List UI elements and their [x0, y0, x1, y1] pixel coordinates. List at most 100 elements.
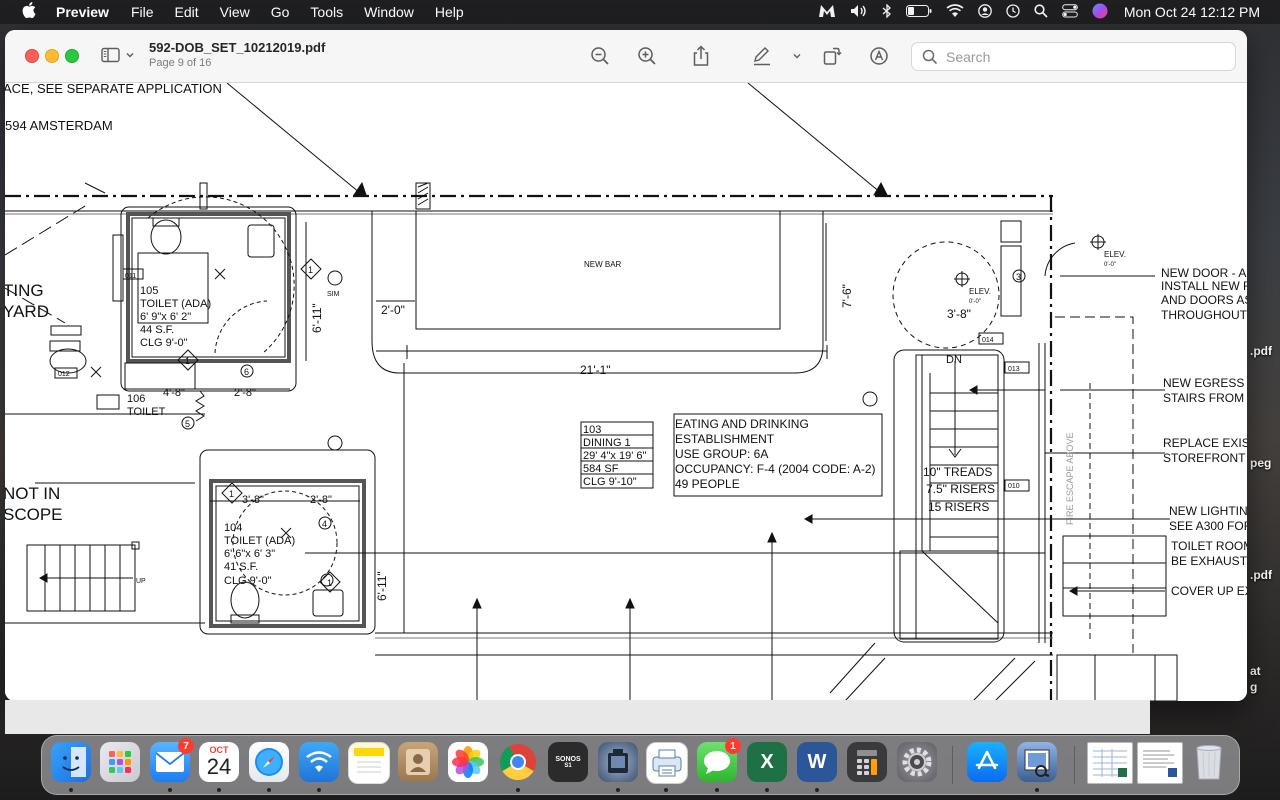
right-note: NEW LIGHTING	[1169, 504, 1247, 518]
markup-options-button[interactable]	[785, 44, 809, 68]
occupancy-line: OCCUPANCY: F-4 (2004 CODE: A-2)	[675, 462, 876, 476]
zoom-out-button[interactable]	[588, 44, 612, 68]
fire-escape-label: FIRE ESCAPE ABOVE	[1065, 432, 1075, 525]
excel-icon[interactable]: X	[747, 742, 787, 782]
control-center-icon[interactable]	[1062, 3, 1078, 21]
desktop-file-label[interactable]: .pdf	[1250, 344, 1272, 358]
drawing-note: ACE, SEE SEPARATE APPLICATION	[5, 83, 222, 96]
right-note: SEE A300 FOR	[1169, 519, 1247, 533]
right-note: REPLACE EXIST	[1163, 436, 1247, 450]
share-button[interactable]	[689, 44, 713, 68]
system-preferences-icon[interactable]	[897, 742, 937, 782]
user-account-icon[interactable]	[977, 3, 992, 21]
menu-go[interactable]: Go	[271, 4, 290, 20]
siri-icon[interactable]	[1092, 3, 1108, 22]
volume-icon[interactable]	[850, 4, 868, 21]
menu-view[interactable]: View	[220, 4, 250, 20]
establishment-line: ESTABLISHMENT	[675, 432, 775, 446]
rotate-icon	[823, 47, 842, 65]
mail-icon[interactable]: 7	[150, 738, 194, 782]
document-canvas[interactable]: ACE, SEE SEPARATE APPLICATION 594 AMSTER…	[5, 83, 1247, 701]
door-tag: 010	[1008, 483, 1020, 490]
safari-icon[interactable]	[249, 742, 289, 782]
app-store-icon[interactable]	[967, 742, 1007, 782]
dimension-label: 21'-1"	[580, 363, 611, 377]
dock-separator	[1074, 746, 1075, 784]
zoom-in-icon	[638, 47, 656, 65]
right-note: AND DOORS AS	[1161, 293, 1247, 307]
stair-riser-count: 15 RISERS	[928, 500, 989, 514]
printer-icon[interactable]	[646, 742, 688, 784]
desktop-file-label[interactable]: g	[1250, 680, 1257, 694]
bluetooth-icon[interactable]	[882, 2, 892, 21]
elevation-label: ELEV.	[1104, 250, 1126, 259]
room-104-ceiling: CLG 9'-0"	[224, 575, 272, 587]
running-indicator	[69, 788, 73, 792]
menu-app-name[interactable]: Preview	[56, 4, 109, 20]
drawing-label: YARD	[5, 302, 49, 321]
sonos-sublabel: S1	[564, 762, 572, 769]
malwarebytes-icon[interactable]	[818, 4, 836, 21]
close-window-button[interactable]	[25, 49, 39, 63]
trash-icon[interactable]	[1189, 742, 1229, 782]
door-tag: 012	[58, 371, 70, 378]
photos-icon[interactable]	[448, 742, 488, 782]
calculator-icon[interactable]	[847, 742, 887, 782]
sidebar-toggle-button[interactable]	[101, 44, 137, 66]
zoom-in-button[interactable]	[635, 44, 659, 68]
wifi-icon[interactable]	[946, 3, 964, 21]
time-machine-icon[interactable]	[1006, 3, 1020, 21]
wifi-explorer-icon[interactable]	[299, 742, 339, 782]
desktop-file-label[interactable]: peg	[1250, 456, 1271, 470]
recent-document-thumbnail[interactable]	[1087, 742, 1133, 784]
spotlight-search-icon[interactable]	[1034, 3, 1048, 21]
search-input[interactable]	[944, 47, 1228, 66]
word-icon[interactable]: W	[797, 742, 837, 782]
annotate-button[interactable]	[867, 44, 891, 68]
apple-icon[interactable]	[20, 1, 38, 23]
launchpad-icon[interactable]	[100, 742, 140, 782]
fullscreen-window-button[interactable]	[65, 49, 79, 63]
search-field[interactable]	[911, 42, 1236, 71]
chrome-icon[interactable]	[498, 742, 538, 782]
document-title[interactable]: 592-DOB_SET_10212019.pdf	[149, 40, 325, 55]
background-window[interactable]	[5, 700, 1150, 734]
dock-separator	[952, 746, 953, 784]
menu-help[interactable]: Help	[435, 4, 464, 20]
status-area: Mon Oct 24 12:12 PM	[804, 0, 1280, 24]
room-105-number: 105	[140, 285, 158, 297]
menu-window[interactable]: Window	[364, 4, 414, 20]
dimension-label: 6'-11"	[310, 303, 324, 333]
running-indicator	[1035, 788, 1039, 792]
menu-edit[interactable]: Edit	[175, 4, 199, 20]
finder-icon[interactable]	[51, 742, 91, 782]
menu-tools[interactable]: Tools	[310, 4, 343, 20]
sonos-icon[interactable]: SONOS S1	[548, 742, 588, 782]
minimize-window-button[interactable]	[45, 49, 59, 63]
rotate-button[interactable]	[820, 44, 844, 68]
recent-document-thumbnail[interactable]	[1137, 742, 1183, 784]
calendar-icon[interactable]: OCT 24	[199, 742, 239, 782]
running-indicator	[217, 788, 221, 792]
menu-file[interactable]: File	[131, 4, 154, 20]
preview-app-icon[interactable]	[1017, 742, 1057, 782]
messages-icon[interactable]: 1	[697, 738, 741, 782]
desktop-file-label[interactable]: .pdf	[1250, 568, 1272, 582]
room-103-number: 103	[583, 424, 601, 436]
right-note: INSTALL NEW F	[1161, 279, 1247, 293]
preview-window: 592-DOB_SET_10212019.pdf Page 9 of 16 Se…	[5, 30, 1247, 701]
markup-pen-button[interactable]	[750, 44, 774, 68]
contacts-icon[interactable]	[398, 742, 438, 782]
door-tag: 013	[1008, 366, 1020, 373]
room-106-name: TOILET	[127, 406, 166, 418]
stair-up-label: UP	[136, 578, 146, 585]
notes-icon[interactable]	[348, 742, 390, 784]
desktop-file-label[interactable]: at	[1250, 664, 1261, 678]
menu-clock[interactable]: Mon Oct 24 12:12 PM	[1124, 4, 1260, 20]
room-104-name: TOILET (ADA)	[224, 535, 295, 547]
sidebar-icon	[101, 47, 120, 63]
running-indicator	[616, 788, 620, 792]
keynote-circle: 6	[244, 367, 249, 377]
battery-icon[interactable]	[905, 4, 932, 20]
screenshot-utility-icon[interactable]	[598, 742, 638, 782]
